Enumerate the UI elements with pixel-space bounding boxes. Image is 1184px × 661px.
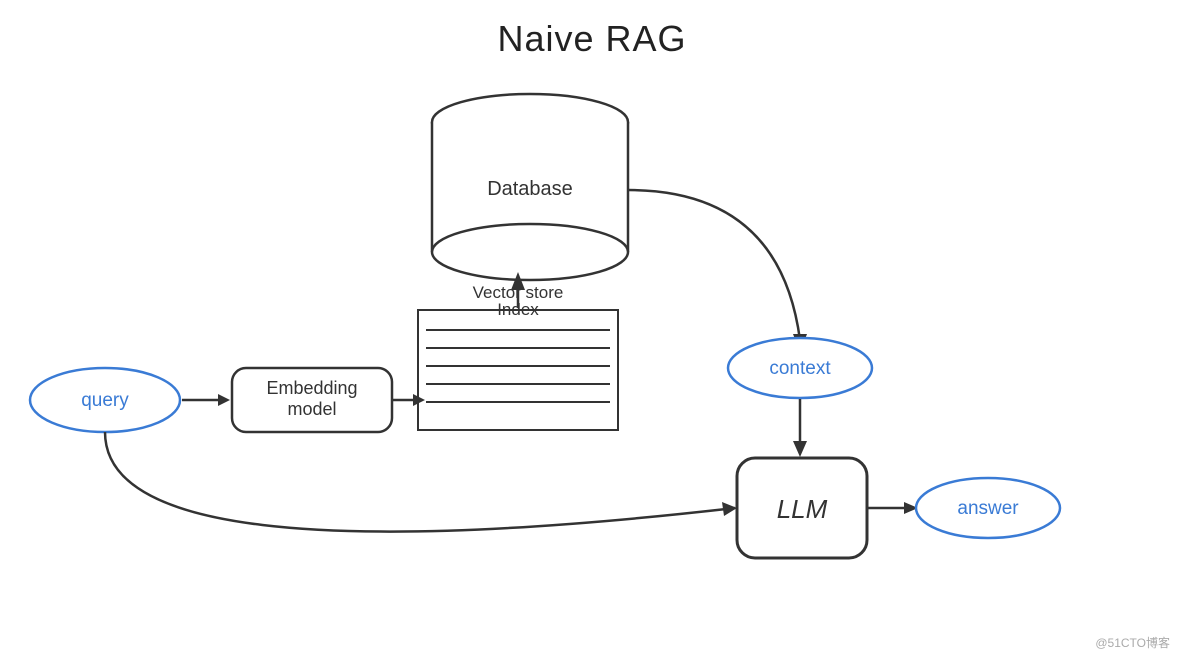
svg-text:answer: answer: [957, 498, 1019, 519]
svg-text:Embedding: Embedding: [266, 378, 357, 398]
svg-text:model: model: [287, 399, 336, 419]
watermark: @51CTO博客: [1095, 634, 1170, 651]
svg-text:Database: Database: [487, 178, 573, 200]
svg-text:context: context: [769, 358, 831, 379]
page-title: Naive RAG: [0, 18, 1184, 60]
diagram-container: Naive RAG Database Vector store Index: [0, 0, 1184, 661]
svg-text:query: query: [81, 390, 129, 411]
svg-text:Index: Index: [497, 300, 539, 319]
diagram-svg: Database Vector store Index query Embedd…: [0, 0, 1184, 661]
svg-text:LLM: LLM: [777, 494, 828, 524]
svg-text:Vector store: Vector store: [473, 283, 564, 302]
